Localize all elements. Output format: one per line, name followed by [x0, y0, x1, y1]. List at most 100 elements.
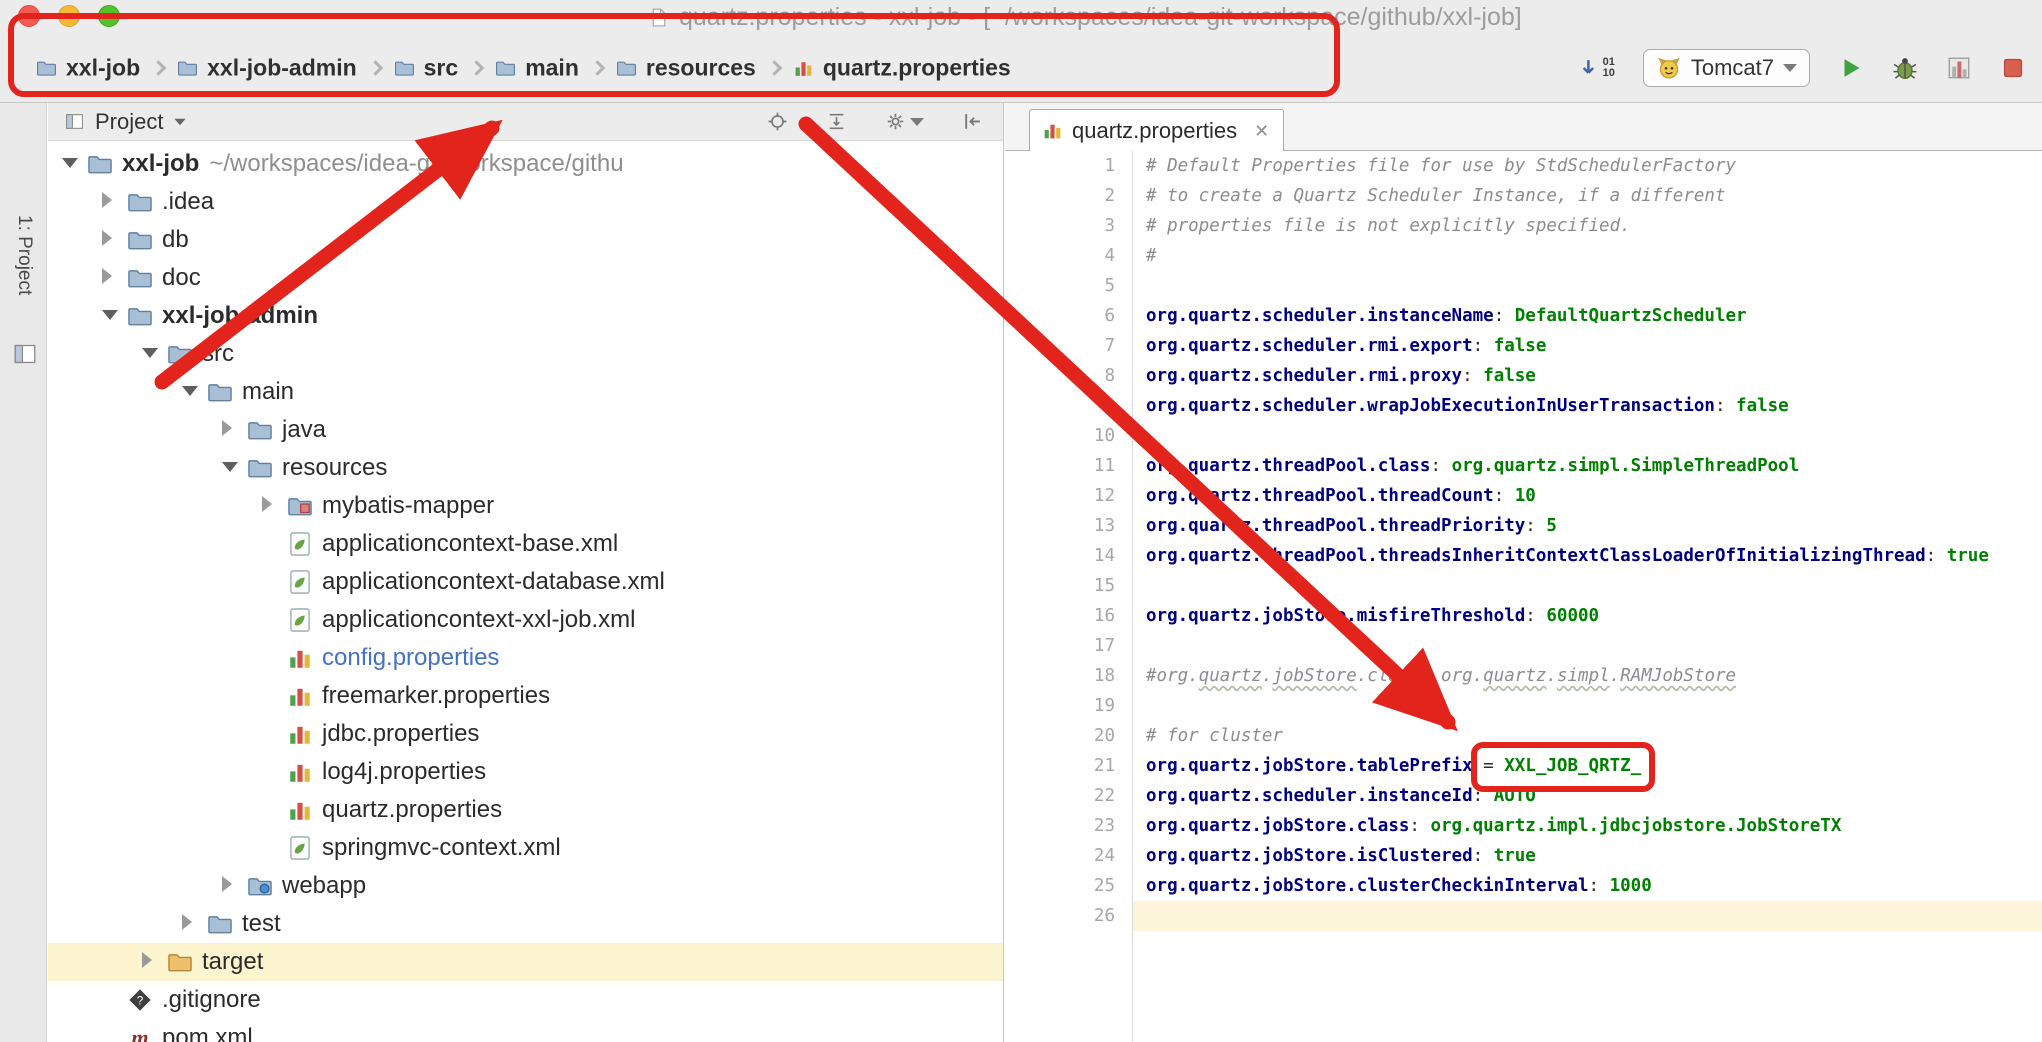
line-number[interactable]: 1 — [1005, 151, 1115, 181]
line-number[interactable]: 7 — [1005, 331, 1115, 361]
code-line-19[interactable] — [1146, 691, 2042, 721]
line-number[interactable]: 5 — [1005, 271, 1115, 301]
tree-item-test[interactable]: test — [48, 905, 1003, 943]
code-line-3[interactable]: # properties file is not explicitly spec… — [1146, 211, 2042, 241]
line-number[interactable]: 23 — [1005, 811, 1115, 841]
tree-item-xxl-job-admin[interactable]: xxl-job-admin — [48, 297, 1003, 335]
code-line-22[interactable]: org.quartz.scheduler.instanceId: AUTO — [1146, 781, 2042, 811]
tree-item-springmvc-context-xml[interactable]: springmvc-context.xml — [48, 829, 1003, 867]
line-number[interactable]: 15 — [1005, 571, 1115, 601]
run-configuration-select[interactable]: Tomcat7 — [1643, 49, 1810, 87]
tree-item-quartz-properties[interactable]: quartz.properties — [48, 791, 1003, 829]
expand-arrow-icon[interactable] — [182, 914, 204, 935]
panel-settings-button[interactable] — [885, 111, 924, 132]
line-number[interactable]: 26 — [1005, 901, 1115, 931]
inspection-profile-widget[interactable]: 0110 — [1580, 57, 1615, 79]
line-number[interactable]: 20 — [1005, 721, 1115, 751]
window-minimize-button[interactable] — [58, 5, 80, 27]
code-line-1[interactable]: # Default Properties file for use by Std… — [1146, 151, 2042, 181]
collapse-arrow-icon[interactable] — [62, 155, 84, 173]
tree-item-applicationcontext-database-xml[interactable]: applicationcontext-database.xml — [48, 563, 1003, 601]
line-number[interactable]: 25 — [1005, 871, 1115, 901]
breadcrumb-resources[interactable]: resources — [616, 55, 756, 82]
tree-item-gitignore[interactable]: ?.gitignore — [48, 981, 1003, 1019]
line-number[interactable]: 8 — [1005, 361, 1115, 391]
code-line-17[interactable] — [1146, 631, 2042, 661]
breadcrumb-xxl-job-admin[interactable]: xxl-job-admin — [177, 55, 357, 82]
collapse-arrow-icon[interactable] — [222, 459, 244, 477]
collapse-arrow-icon[interactable] — [102, 307, 124, 325]
code-line-6[interactable]: org.quartz.scheduler.instanceName: Defau… — [1146, 301, 2042, 331]
breadcrumb-main[interactable]: main — [495, 55, 579, 82]
line-number[interactable]: 3 — [1005, 211, 1115, 241]
tree-item-config-properties[interactable]: config.properties — [48, 639, 1003, 677]
tree-item-freemarker-properties[interactable]: freemarker.properties — [48, 677, 1003, 715]
tree-item-java[interactable]: java — [48, 411, 1003, 449]
tree-item-xxl-job[interactable]: xxl-job ~/workspaces/idea-git-workspace/… — [48, 145, 1003, 183]
code-line-10[interactable] — [1146, 421, 2042, 451]
code-line-25[interactable]: org.quartz.jobStore.clusterCheckinInterv… — [1146, 871, 2042, 901]
line-number[interactable]: 13 — [1005, 511, 1115, 541]
chevron-down-icon[interactable] — [175, 118, 186, 124]
code-line-4[interactable]: # — [1146, 241, 2042, 271]
stop-button[interactable] — [2000, 55, 2026, 81]
expand-arrow-icon[interactable] — [102, 268, 124, 289]
breadcrumb-src[interactable]: src — [394, 55, 459, 82]
code-line-12[interactable]: org.quartz.threadPool.threadCount: 10 — [1146, 481, 2042, 511]
collapse-all-button[interactable] — [826, 111, 847, 132]
expand-arrow-icon[interactable] — [222, 420, 244, 441]
tree-item-doc[interactable]: doc — [48, 259, 1003, 297]
tree-item-applicationcontext-base-xml[interactable]: applicationcontext-base.xml — [48, 525, 1003, 563]
expand-arrow-icon[interactable] — [262, 496, 284, 517]
code-line-15[interactable] — [1146, 571, 2042, 601]
line-number[interactable]: 14 — [1005, 541, 1115, 571]
toolwindow-icon[interactable] — [12, 341, 38, 367]
line-number[interactable]: 6 — [1005, 301, 1115, 331]
tree-item-jdbc-properties[interactable]: jdbc.properties — [48, 715, 1003, 753]
breadcrumb-quartz-properties[interactable]: quartz.properties — [793, 55, 1011, 82]
line-number[interactable]: 11 — [1005, 451, 1115, 481]
run-button[interactable] — [1838, 55, 1864, 81]
line-number[interactable]: 21 — [1005, 751, 1115, 781]
line-number[interactable]: 18 — [1005, 661, 1115, 691]
line-number[interactable]: 19 — [1005, 691, 1115, 721]
expand-arrow-icon[interactable] — [102, 192, 124, 213]
line-number[interactable]: 17 — [1005, 631, 1115, 661]
code-line-14[interactable]: org.quartz.threadPool.threadsInheritCont… — [1146, 541, 2042, 571]
tree-item-resources[interactable]: resources — [48, 449, 1003, 487]
code-line-5[interactable] — [1146, 271, 2042, 301]
breadcrumb-xxl-job[interactable]: xxl-job — [36, 55, 140, 82]
collapse-arrow-icon[interactable] — [142, 345, 164, 363]
tree-item-target[interactable]: target — [48, 943, 1003, 981]
code-line-16[interactable]: org.quartz.jobStore.misfireThreshold: 60… — [1146, 601, 2042, 631]
line-number[interactable]: 4 — [1005, 241, 1115, 271]
line-number[interactable]: 2 — [1005, 181, 1115, 211]
code-line-9[interactable]: org.quartz.scheduler.wrapJobExecutionInU… — [1146, 391, 2042, 421]
code-line-26[interactable] — [1133, 901, 2042, 931]
code-line-24[interactable]: org.quartz.jobStore.isClustered: true — [1146, 841, 2042, 871]
code-line-18[interactable]: #org.quartz.jobStore.class: org.quartz.s… — [1146, 661, 2042, 691]
coverage-button[interactable] — [1946, 55, 1972, 81]
code-line-21[interactable]: org.quartz.jobStore.tablePrefix = XXL_JO… — [1146, 751, 2042, 781]
code-line-23[interactable]: org.quartz.jobStore.class: org.quartz.im… — [1146, 811, 2042, 841]
tree-item-log4j-properties[interactable]: log4j.properties — [48, 753, 1003, 791]
tree-item-src[interactable]: src — [48, 335, 1003, 373]
line-number[interactable]: 22 — [1005, 781, 1115, 811]
tree-item-idea[interactable]: .idea — [48, 183, 1003, 221]
tree-item-webapp[interactable]: webapp — [48, 867, 1003, 905]
line-number[interactable]: 10 — [1005, 421, 1115, 451]
close-tab-icon[interactable]: ✕ — [1254, 122, 1269, 140]
line-number[interactable]: 24 — [1005, 841, 1115, 871]
window-close-button[interactable] — [18, 5, 40, 27]
tree-item-main[interactable]: main — [48, 373, 1003, 411]
code-line-20[interactable]: # for cluster — [1146, 721, 2042, 751]
expand-arrow-icon[interactable] — [142, 952, 164, 973]
code-line-13[interactable]: org.quartz.threadPool.threadPriority: 5 — [1146, 511, 2042, 541]
locate-file-button[interactable] — [767, 111, 788, 132]
tree-item-mybatis-mapper[interactable]: mybatis-mapper — [48, 487, 1003, 525]
tree-item-pom-xml[interactable]: mpom.xml — [48, 1019, 1003, 1042]
tree-item-db[interactable]: db — [48, 221, 1003, 259]
code-line-7[interactable]: org.quartz.scheduler.rmi.export: false — [1146, 331, 2042, 361]
tab-quartz-properties[interactable]: quartz.properties ✕ — [1029, 109, 1284, 151]
line-number[interactable]: 12 — [1005, 481, 1115, 511]
